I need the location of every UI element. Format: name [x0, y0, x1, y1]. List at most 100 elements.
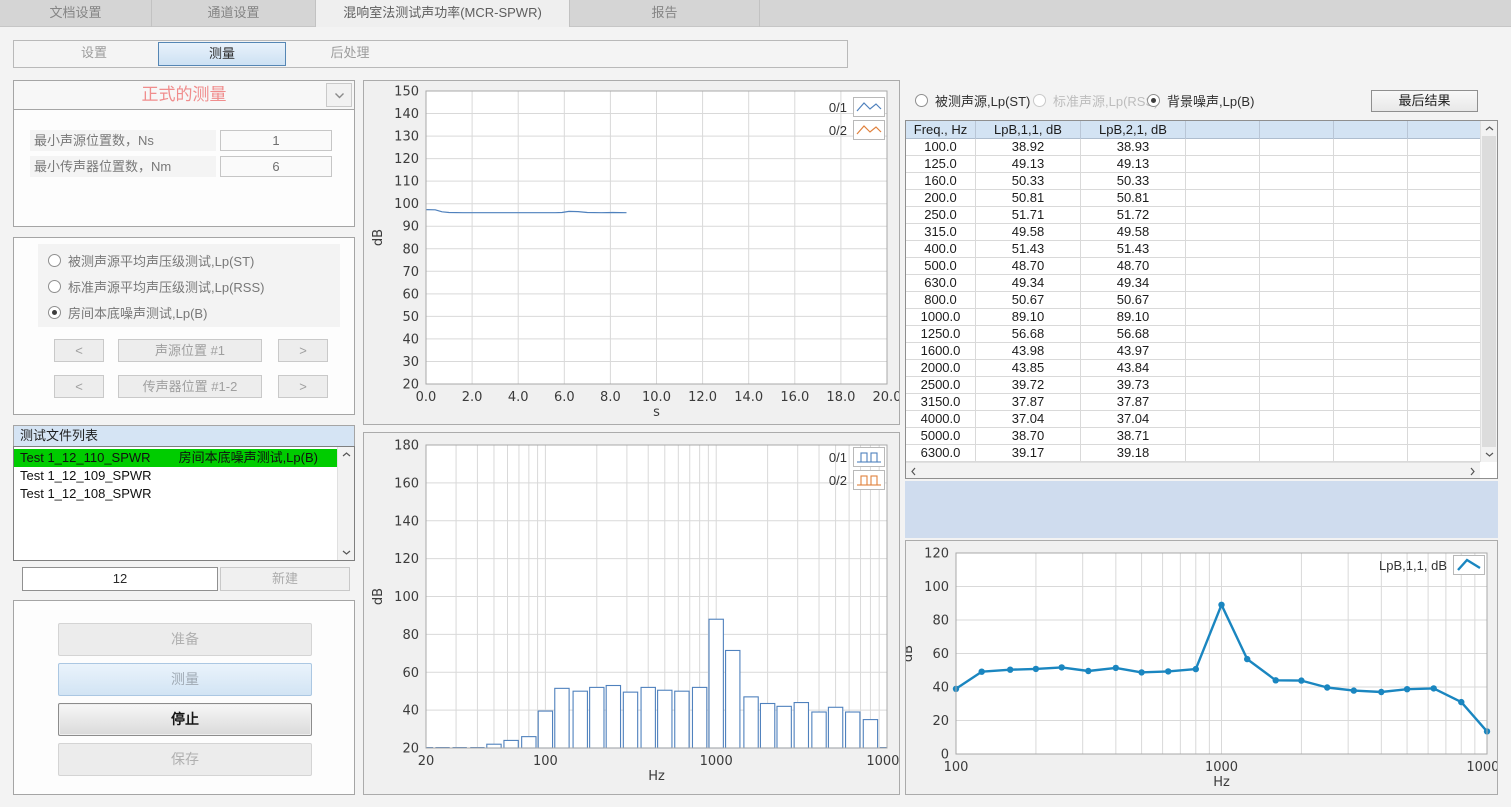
table-cell[interactable]: 49.13	[976, 156, 1081, 173]
table-cell[interactable]: 2500.0	[906, 377, 976, 394]
table-cell[interactable]	[1334, 377, 1408, 394]
table-cell[interactable]	[1260, 377, 1334, 394]
test-type-option[interactable]: 标准声源平均声压级测试,Lp(RSS)	[48, 278, 264, 294]
test-type-option[interactable]: 房间本底噪声测试,Lp(B)	[48, 304, 207, 320]
table-cell[interactable]	[1260, 343, 1334, 360]
table-cell[interactable]: 630.0	[906, 275, 976, 292]
table-cell[interactable]	[1260, 258, 1334, 275]
table-cell[interactable]: 1000.0	[906, 309, 976, 326]
table-cell[interactable]	[1260, 360, 1334, 377]
tab-1[interactable]: 通道设置	[152, 0, 316, 27]
radio-unchecked-icon[interactable]	[1033, 94, 1046, 107]
table-row[interactable]: 160.050.3350.33	[906, 173, 1480, 190]
table-cell[interactable]	[1334, 139, 1408, 156]
tab-0[interactable]: 文档设置	[0, 0, 152, 27]
table-cell[interactable]	[1186, 139, 1260, 156]
table-cell[interactable]	[1334, 258, 1408, 275]
file-list-item[interactable]: Test 1_12_109_SPWR	[14, 467, 337, 485]
table-cell[interactable]	[1408, 275, 1480, 292]
table-cell[interactable]	[1186, 360, 1260, 377]
save-button[interactable]: 保存	[58, 743, 312, 776]
table-cell[interactable]: 50.33	[1081, 173, 1186, 190]
subtab-0[interactable]: 设置	[30, 42, 158, 66]
table-cell[interactable]	[1260, 207, 1334, 224]
subtab-1[interactable]: 测量	[158, 42, 286, 66]
table-cell[interactable]	[1186, 224, 1260, 241]
table-cell[interactable]: 1600.0	[906, 343, 976, 360]
table-cell[interactable]	[1260, 292, 1334, 309]
legend-entry[interactable]: LpB,1,1, dB	[1379, 555, 1485, 575]
table-cell[interactable]	[1260, 190, 1334, 207]
mode-dropdown[interactable]: 正式的测量	[13, 80, 355, 110]
table-cell[interactable]: 39.72	[976, 377, 1081, 394]
file-list-scrollbar[interactable]	[337, 447, 354, 560]
table-cell[interactable]: 50.67	[976, 292, 1081, 309]
table-cell[interactable]	[1408, 207, 1480, 224]
table-cell[interactable]: 4000.0	[906, 411, 976, 428]
table-cell[interactable]: 5000.0	[906, 428, 976, 445]
table-cell[interactable]	[1186, 173, 1260, 190]
new-file-button[interactable]: 新建	[220, 567, 350, 591]
table-row[interactable]: 4000.037.0437.04	[906, 411, 1480, 428]
table-row[interactable]: 2500.039.7239.73	[906, 377, 1480, 394]
table-cell[interactable]	[1408, 377, 1480, 394]
table-cell[interactable]	[1408, 411, 1480, 428]
table-cell[interactable]: 43.97	[1081, 343, 1186, 360]
scroll-up-icon[interactable]	[1481, 121, 1498, 136]
table-cell[interactable]	[1334, 360, 1408, 377]
table-cell[interactable]: 38.70	[976, 428, 1081, 445]
table-cell[interactable]: 51.71	[976, 207, 1081, 224]
table-cell[interactable]	[1260, 275, 1334, 292]
table-cell[interactable]: 400.0	[906, 241, 976, 258]
table-cell[interactable]: 3150.0	[906, 394, 976, 411]
file-list[interactable]: Test 1_12_110_SPWR房间本底噪声测试,Lp(B)Test 1_1…	[13, 446, 355, 561]
table-cell[interactable]	[1260, 326, 1334, 343]
table-cell[interactable]: 39.73	[1081, 377, 1186, 394]
table-cell[interactable]: 49.58	[976, 224, 1081, 241]
table-cell[interactable]	[1334, 394, 1408, 411]
table-cell[interactable]	[1334, 326, 1408, 343]
table-cell[interactable]: 51.43	[1081, 241, 1186, 258]
radio-checked-icon[interactable]	[1147, 94, 1160, 107]
table-row[interactable]: 800.050.6750.67	[906, 292, 1480, 309]
table-cell[interactable]: 48.70	[1081, 258, 1186, 275]
final-result-button[interactable]: 最后结果	[1371, 90, 1478, 112]
table-cell[interactable]: 37.04	[976, 411, 1081, 428]
source-next-button[interactable]: >	[278, 339, 328, 362]
table-cell[interactable]	[1408, 224, 1480, 241]
table-cell[interactable]	[1186, 156, 1260, 173]
table-cell[interactable]	[1408, 360, 1480, 377]
source-prev-button[interactable]: <	[54, 339, 104, 362]
scroll-down-icon[interactable]	[338, 545, 355, 560]
table-cell[interactable]: 38.92	[976, 139, 1081, 156]
table-cell[interactable]: 39.17	[976, 445, 1081, 462]
table-row[interactable]: 1600.043.9843.97	[906, 343, 1480, 360]
table-cell[interactable]	[1408, 326, 1480, 343]
table-cell[interactable]	[1260, 428, 1334, 445]
table-cell[interactable]	[1408, 343, 1480, 360]
table-cell[interactable]	[1186, 326, 1260, 343]
table-cell[interactable]	[1334, 190, 1408, 207]
table-cell[interactable]: 50.67	[1081, 292, 1186, 309]
table-cell[interactable]: 38.71	[1081, 428, 1186, 445]
tab-2[interactable]: 混响室法测试声功率(MCR-SPWR)	[316, 0, 570, 27]
radio-unchecked-icon[interactable]	[48, 280, 61, 293]
table-cell[interactable]	[1186, 292, 1260, 309]
table-cell[interactable]	[1260, 224, 1334, 241]
table-row[interactable]: 1250.056.6856.68	[906, 326, 1480, 343]
vscroll-thumb[interactable]	[1482, 136, 1496, 447]
measure-button[interactable]: 测量	[58, 663, 312, 696]
table-cell[interactable]: 43.98	[976, 343, 1081, 360]
table-cell[interactable]	[1260, 445, 1334, 462]
legend-entry[interactable]: 0/1	[829, 97, 885, 117]
table-cell[interactable]	[1408, 156, 1480, 173]
table-cell[interactable]	[1334, 241, 1408, 258]
table-cell[interactable]: 37.87	[1081, 394, 1186, 411]
table-row[interactable]: 6300.039.1739.18	[906, 445, 1480, 462]
table-cell[interactable]	[1186, 241, 1260, 258]
legend-entry[interactable]: 0/2	[829, 120, 885, 140]
table-cell[interactable]	[1260, 394, 1334, 411]
table-cell[interactable]	[1260, 139, 1334, 156]
result-table[interactable]: Freq., HzLpB,1,1, dBLpB,2,1, dB100.038.9…	[905, 120, 1498, 479]
field-value[interactable]: 6	[220, 156, 332, 177]
